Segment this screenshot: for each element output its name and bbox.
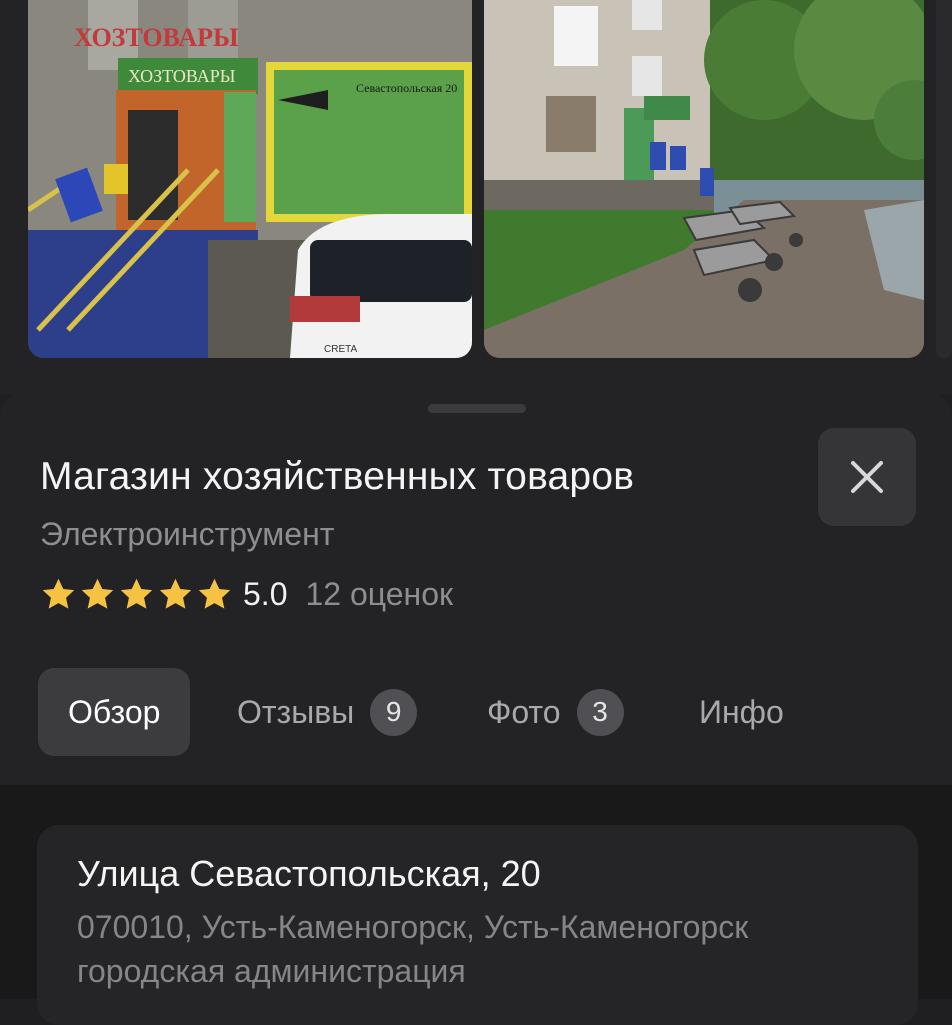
star-icon	[81, 578, 114, 609]
tab-overview[interactable]: Обзор	[38, 668, 191, 756]
star-icon	[42, 578, 75, 609]
svg-text:CRETA: CRETA	[324, 344, 357, 355]
tab-photos-label: Фото	[487, 693, 561, 730]
tab-info[interactable]: Инфо	[699, 668, 784, 756]
tab-photos-badge: 3	[576, 688, 624, 736]
star-icon	[159, 578, 192, 609]
close-button[interactable]	[818, 428, 916, 526]
tab-reviews[interactable]: Отзывы 9	[237, 668, 418, 756]
place-tabs: Обзор Отзывы 9 Фото 3 Инфо	[38, 668, 918, 756]
tab-reviews-label: Отзывы	[237, 693, 355, 730]
address-street: Улица Севастопольская, 20	[77, 853, 541, 894]
rating-count: 12 оценок	[305, 575, 453, 612]
building-image	[484, 0, 924, 358]
rating-row[interactable]: 5.0 12 оценок	[40, 572, 453, 616]
star-icon	[120, 578, 153, 609]
tab-info-label: Инфо	[699, 693, 784, 730]
store-sign-red: ХОЗТОВАРЫ	[74, 23, 239, 52]
address-card[interactable]: Улица Севастопольская, 20 070010, Усть-К…	[37, 825, 918, 1025]
gallery-photo-storefront[interactable]: ХОЗТОВАРЫ ХОЗТОВАРЫ Севастопольская 20 C…	[28, 0, 472, 358]
svg-text:ХОЗТОВАРЫ: ХОЗТОВАРЫ	[128, 66, 236, 86]
gallery-photo-building[interactable]	[484, 0, 924, 358]
tab-photos[interactable]: Фото 3	[487, 668, 624, 756]
rating-stars	[40, 576, 233, 613]
rating-value: 5.0	[243, 575, 288, 612]
sheet-drag-handle[interactable]	[428, 404, 526, 413]
place-category: Электроинструмент	[40, 516, 335, 552]
tab-reviews-badge: 9	[370, 688, 418, 736]
svg-text:Севастопольская 20: Севастопольская 20	[356, 81, 457, 95]
photo-gallery[interactable]: ХОЗТОВАРЫ ХОЗТОВАРЫ Севастопольская 20 C…	[0, 0, 952, 395]
star-icon	[198, 578, 231, 609]
address-city: 070010, Усть-Каменогорск, Усть-Каменогор…	[77, 909, 749, 989]
close-icon	[851, 461, 883, 493]
gallery-photo-peek[interactable]	[936, 0, 952, 358]
place-title: Магазин хозяйственных товаров	[40, 455, 635, 498]
tab-overview-label: Обзор	[68, 693, 161, 730]
storefront-image: ХОЗТОВАРЫ ХОЗТОВАРЫ Севастопольская 20 C…	[28, 0, 472, 358]
